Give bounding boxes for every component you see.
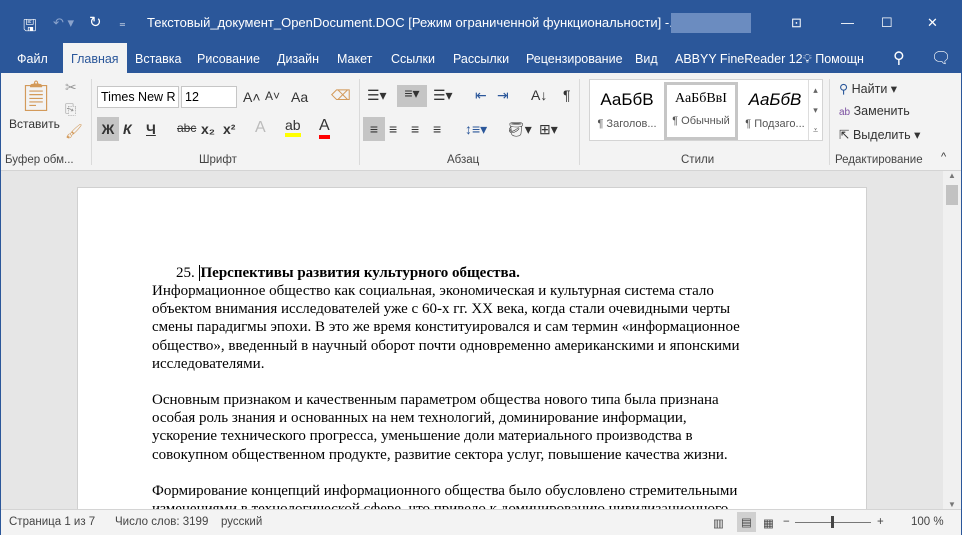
styles-gallery: АаБбВ ¶ Заголов... АаБбВвI ¶ Обычный АаБбВ…	[589, 79, 823, 141]
ribbon: 📋︎ Вставить ✂ ⎘ 🖌︎ Буфер обм... Times Ne…	[1, 73, 961, 171]
tab-abbyy[interactable]: ABBYY FineReader 12	[667, 43, 811, 73]
show-marks-icon[interactable]: ¶	[563, 87, 571, 103]
zoom-out-button[interactable]: −	[783, 516, 790, 528]
tab-review[interactable]: Рецензирование	[518, 43, 631, 73]
font-color-icon[interactable]: A	[319, 117, 330, 139]
styles-scroll[interactable]: ▴ ▾ ⩡	[808, 80, 822, 140]
strikethrough-button[interactable]: abc	[177, 121, 196, 135]
minimize-icon[interactable]: —	[841, 15, 854, 30]
zoom-slider-thumb[interactable]	[831, 516, 834, 528]
window-title: Текстовый_документ_OpenDocument.DOC [Реж…	[147, 15, 681, 30]
close-icon[interactable]: ✕	[927, 15, 938, 31]
tab-mailings[interactable]: Рассылки	[445, 43, 517, 73]
bold-button[interactable]: Ж	[97, 117, 119, 141]
multilevel-list-icon[interactable]: ☰▾	[433, 87, 453, 104]
borders-icon[interactable]: ⊞▾	[539, 121, 558, 138]
customize-icon[interactable]: ₌	[119, 15, 126, 31]
scroll-thumb[interactable]	[946, 185, 958, 205]
text-effects-icon[interactable]: A	[255, 119, 266, 137]
group-font: Шрифт	[199, 154, 237, 166]
font-name-select[interactable]: Times New R	[97, 86, 179, 108]
tab-draw[interactable]: Рисование	[189, 43, 268, 73]
save-icon[interactable]: 🖫	[23, 15, 37, 42]
tab-home[interactable]: Главная	[63, 43, 127, 73]
cursor-icon: ⇱	[839, 128, 850, 142]
document-area: 25. Перспективы развития культурного общ…	[1, 171, 943, 517]
language[interactable]: русский	[221, 516, 262, 528]
zoom-in-button[interactable]: +	[877, 516, 884, 528]
align-right-icon[interactable]: ≡	[411, 121, 419, 137]
replace-button[interactable]: ab Заменить	[839, 104, 910, 118]
change-case-button[interactable]: Aa	[291, 89, 308, 105]
document-page[interactable]: 25. Перспективы развития культурного общ…	[77, 187, 867, 517]
search-icon: ⚲	[839, 82, 849, 96]
decrease-indent-icon[interactable]: ⇤	[475, 87, 487, 104]
select-button[interactable]: ⇱ Выделить ▾	[839, 127, 920, 142]
vertical-scrollbar[interactable]: ▲ ▼	[943, 171, 961, 509]
comments-icon[interactable]: 🗨︎	[923, 43, 959, 73]
tab-design[interactable]: Дизайн	[269, 43, 327, 73]
highlight-icon[interactable]: ab	[285, 117, 301, 137]
font-size-select[interactable]: 12	[181, 86, 237, 108]
align-center-icon[interactable]: ≡	[389, 121, 397, 137]
lightbulb-icon: 💡︎	[803, 52, 812, 66]
sort-icon[interactable]: A↓	[531, 87, 547, 103]
grow-font-icon[interactable]: A˄	[243, 89, 261, 105]
justify-icon[interactable]: ≡	[433, 121, 441, 137]
replace-icon: ab	[839, 107, 851, 118]
italic-button[interactable]: К	[123, 121, 132, 137]
shrink-font-icon[interactable]: A˅	[265, 89, 280, 103]
bullets-icon[interactable]: ☰▾	[367, 87, 387, 104]
share-icon[interactable]: ⚲	[885, 43, 913, 73]
ribbon-display-icon[interactable]: ⊡	[791, 15, 802, 31]
increase-indent-icon[interactable]: ⇥	[497, 87, 509, 104]
cut-icon[interactable]: ✂	[65, 79, 77, 96]
heading: 25. Перспективы развития культурного общ…	[176, 265, 520, 281]
style-heading[interactable]: АаБбВ ¶ Заголов...	[590, 84, 664, 140]
zoom-level[interactable]: 100 %	[911, 516, 944, 528]
find-button[interactable]: ⚲ Найти ▾	[839, 81, 897, 96]
tab-insert[interactable]: Вставка	[127, 43, 189, 73]
word-window: 🖫 ↶ ▾ ↻ ₌ Текстовый_документ_OpenDocumen…	[0, 0, 962, 535]
numbering-icon[interactable]: ≡▾	[397, 85, 427, 107]
group-editing: Редактирование	[835, 154, 923, 166]
paragraph-1: Информационное общество как социальная, …	[152, 283, 740, 372]
maximize-icon[interactable]: ☐	[881, 15, 893, 31]
tab-references[interactable]: Ссылки	[383, 43, 443, 73]
redo-icon[interactable]: ↻	[89, 13, 102, 31]
undo-icon[interactable]: ↶ ▾	[53, 15, 74, 31]
ribbon-tabs: Файл Главная Вставка Рисование Дизайн Ма…	[1, 43, 961, 73]
read-mode-icon[interactable]: ▥	[713, 516, 724, 530]
paste-button[interactable]: Вставить	[9, 117, 60, 131]
page-count[interactable]: Страница 1 из 7	[9, 516, 95, 528]
copy-icon[interactable]: ⎘	[65, 101, 76, 118]
superscript-button[interactable]: x²	[223, 121, 235, 137]
status-bar: Страница 1 из 7 Число слов: 3199 русский…	[1, 509, 961, 535]
web-layout-icon[interactable]: ▦	[763, 516, 774, 530]
collapse-ribbon-icon[interactable]: ^	[941, 151, 946, 163]
print-layout-icon[interactable]: ▤	[737, 512, 756, 532]
line-spacing-icon[interactable]: ↕≡▾	[465, 121, 487, 138]
style-normal[interactable]: АаБбВвI ¶ Обычный	[664, 82, 738, 140]
paragraph-2: Основным признаком и качественным параме…	[152, 392, 728, 463]
title-bar: 🖫 ↶ ▾ ↻ ₌ Текстовый_документ_OpenDocumen…	[1, 1, 961, 43]
help-search[interactable]: 💡︎ Помощн	[795, 43, 872, 73]
tab-file[interactable]: Файл	[9, 43, 56, 73]
word-count[interactable]: Число слов: 3199	[115, 516, 208, 528]
account-placeholder	[671, 13, 751, 33]
shading-icon[interactable]: 🪣︎▾	[507, 121, 532, 138]
tab-view[interactable]: Вид	[627, 43, 666, 73]
align-left-icon[interactable]: ≡	[363, 117, 385, 141]
style-subtitle[interactable]: АаБбВ ¶ Подзаго...	[738, 84, 812, 140]
paste-icon[interactable]: 📋︎	[17, 79, 55, 114]
format-painter-icon[interactable]: 🖌︎	[65, 123, 83, 140]
group-clipboard: Буфер обм...	[5, 154, 74, 166]
tab-layout[interactable]: Макет	[329, 43, 380, 73]
underline-button[interactable]: Ч	[146, 121, 156, 137]
subscript-button[interactable]: x₂	[201, 121, 215, 137]
clear-formatting-icon[interactable]: ⌫	[331, 87, 351, 104]
group-paragraph: Абзац	[447, 154, 480, 166]
group-styles: Стили	[681, 154, 715, 166]
